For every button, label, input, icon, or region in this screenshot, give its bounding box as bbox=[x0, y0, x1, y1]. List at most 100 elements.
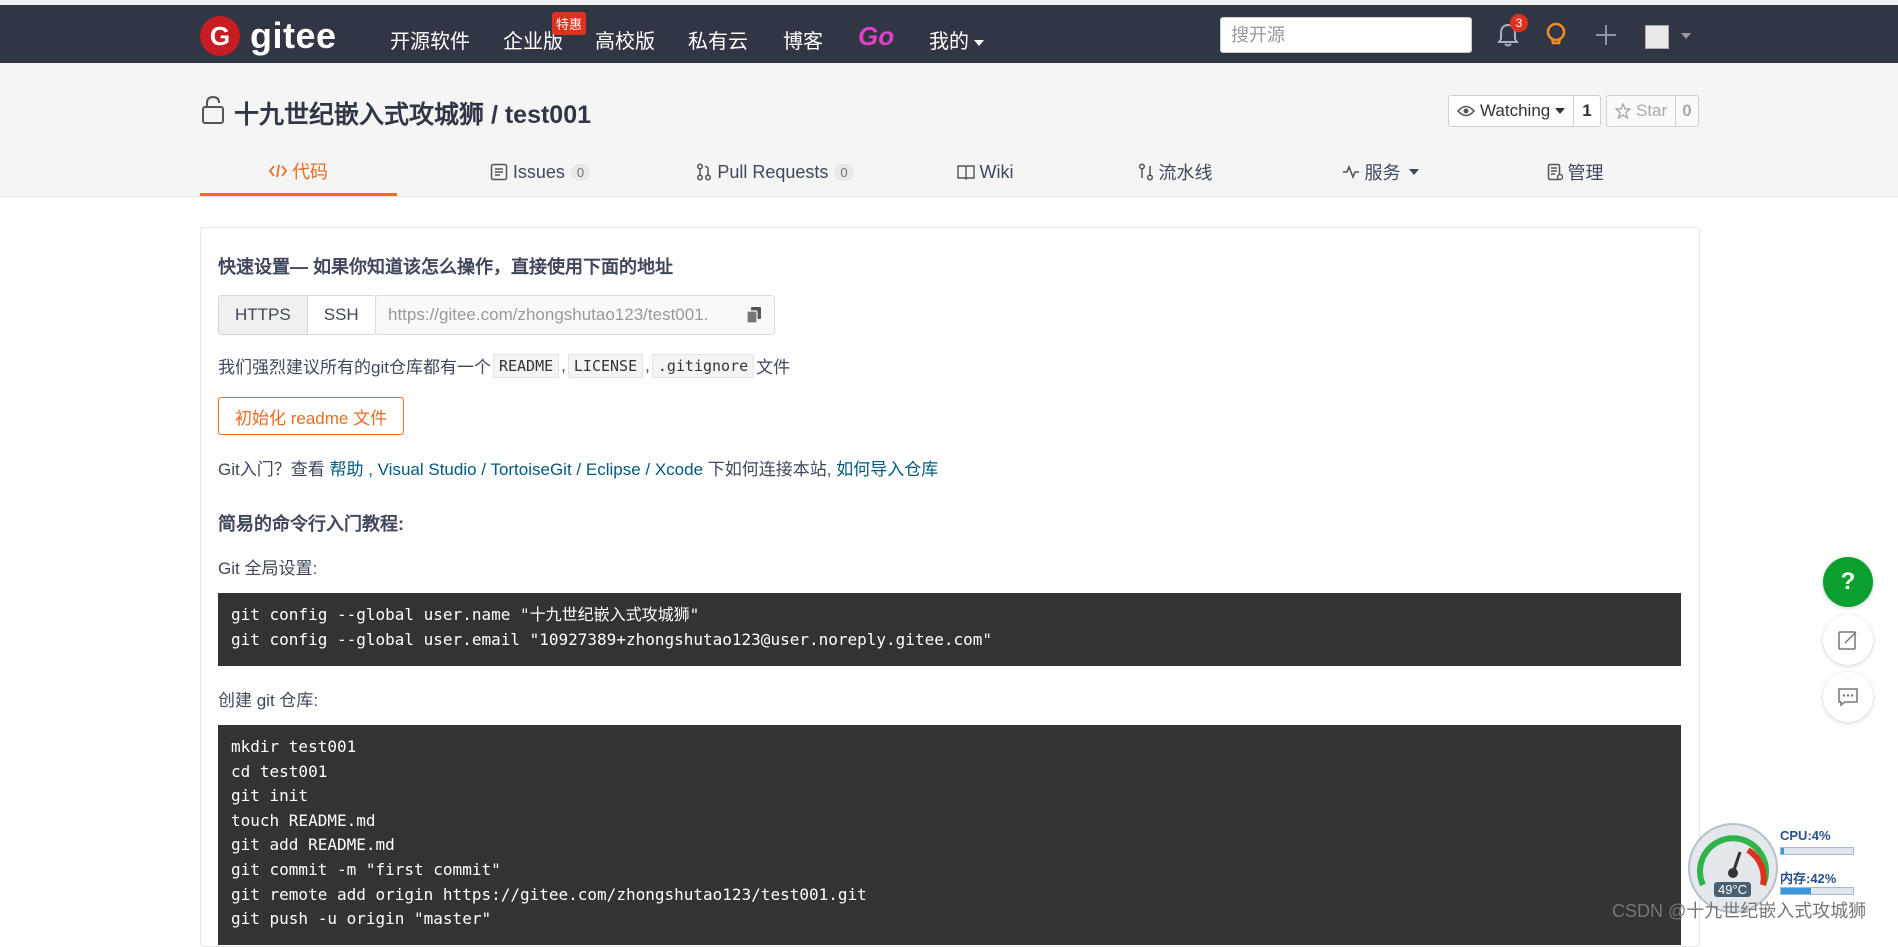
activity-icon bbox=[1342, 165, 1359, 179]
memory-bar-fill bbox=[1781, 888, 1812, 894]
license-code: LICENSE bbox=[567, 353, 644, 378]
create-repo-code-block: mkdir test001 cd test001 git init touch … bbox=[218, 725, 1681, 945]
lock-icon bbox=[200, 95, 226, 130]
csdn-watermark: CSDN @十九世纪嵌入式攻城狮 bbox=[1612, 901, 1867, 921]
clone-url-field[interactable]: https://gitee.com/zhongshutao123/test001… bbox=[375, 295, 775, 335]
eye-icon bbox=[1457, 105, 1475, 117]
tab-services-label: 服务 bbox=[1364, 163, 1401, 183]
git-intro-text: Git入门？查看 帮助 , Visual Studio / TortoiseGi… bbox=[218, 455, 938, 480]
brand-name: gitee bbox=[250, 15, 337, 56]
tab-wiki-label: Wiki bbox=[979, 161, 1014, 182]
plus-icon[interactable] bbox=[1592, 21, 1620, 49]
star-count[interactable]: 0 bbox=[1676, 96, 1697, 126]
memory-bar bbox=[1780, 887, 1854, 895]
protocol-toggle: HTTPS SSH bbox=[218, 295, 376, 335]
clone-url-text: https://gitee.com/zhongshutao123/test001… bbox=[388, 305, 709, 324]
tab-code[interactable]: 代码 bbox=[200, 148, 397, 196]
search-input[interactable] bbox=[1220, 17, 1472, 53]
watch-count[interactable]: 1 bbox=[1574, 96, 1599, 126]
code-icon bbox=[269, 164, 287, 177]
slash-3: / bbox=[640, 460, 655, 479]
message-icon bbox=[1838, 688, 1858, 707]
notification-count-badge: 3 bbox=[1510, 14, 1528, 32]
gitignore-code: .gitignore bbox=[651, 353, 755, 378]
cli-tutorial-heading: 简易的命令行入门教程: bbox=[218, 514, 404, 534]
cpu-bar-fill bbox=[1781, 848, 1784, 854]
temperature-readout: 49°C bbox=[1714, 882, 1752, 897]
cpu-label: CPU:4% bbox=[1780, 828, 1831, 843]
chat-float-button[interactable] bbox=[1823, 672, 1873, 722]
nav-education[interactable]: 高校版 bbox=[595, 25, 655, 54]
pulls-count: 0 bbox=[834, 163, 854, 181]
pull-request-icon bbox=[697, 163, 712, 181]
feedback-float-button[interactable] bbox=[1823, 615, 1873, 665]
lightbulb-icon[interactable] bbox=[1542, 21, 1570, 49]
quick-setup-heading: 快速设置— 如果你知道该怎么操作，直接使用下面的地址 bbox=[218, 257, 673, 277]
gitee-logo[interactable]: G gitee bbox=[200, 15, 337, 57]
intro-prefix: Git入门？查看 bbox=[218, 460, 325, 479]
help-link[interactable]: 帮助 bbox=[329, 460, 363, 479]
nav-go[interactable]: Go bbox=[858, 21, 894, 52]
pipeline-icon bbox=[1138, 163, 1153, 181]
avatar[interactable] bbox=[1645, 25, 1669, 49]
readme-code: README bbox=[492, 353, 560, 378]
repo-tabs: 代码 Issues 0 Pull Requests 0 Wiki 流水线 服务 管理 bbox=[200, 148, 1700, 196]
gitee-logo-icon: G bbox=[200, 16, 240, 56]
nav-mine[interactable]: 我的 bbox=[929, 25, 984, 54]
star-button[interactable]: Star 0 bbox=[1606, 95, 1699, 127]
nav-private-cloud[interactable]: 私有云 bbox=[688, 25, 748, 54]
init-readme-button[interactable]: 初始化 readme 文件 bbox=[218, 397, 405, 435]
tab-wiki[interactable]: Wiki bbox=[920, 148, 1050, 196]
book-icon bbox=[956, 165, 975, 180]
nav-blog[interactable]: 博客 bbox=[783, 25, 823, 54]
star-label: Star bbox=[1636, 101, 1668, 120]
star-icon bbox=[1615, 103, 1631, 119]
chevron-down-icon bbox=[974, 39, 984, 46]
tab-services[interactable]: 服务 bbox=[1320, 148, 1440, 196]
eclipse-link[interactable]: Eclipse bbox=[586, 460, 641, 479]
global-settings-label: Git 全局设置: bbox=[218, 559, 318, 578]
tab-pull-requests[interactable]: Pull Requests 0 bbox=[660, 148, 890, 196]
chevron-down-icon bbox=[1408, 169, 1419, 175]
top-navbar: G gitee 开源软件 企业版 特惠 高校版 私有云 博客 Go 我的 3 bbox=[0, 5, 1898, 63]
import-repo-link[interactable]: 如何导入仓库 bbox=[836, 460, 938, 479]
tab-code-label: 代码 bbox=[292, 161, 328, 182]
help-float-button[interactable]: ? bbox=[1823, 557, 1873, 607]
tab-issues[interactable]: Issues 0 bbox=[450, 148, 630, 196]
tab-pipeline-label: 流水线 bbox=[1158, 163, 1213, 183]
watch-label: Watching bbox=[1480, 101, 1551, 120]
intro-comma: , bbox=[363, 460, 378, 479]
https-toggle[interactable]: HTTPS bbox=[219, 296, 308, 334]
sep-2: , bbox=[645, 355, 650, 375]
sep-1: , bbox=[561, 355, 566, 375]
watch-button[interactable]: Watching 1 bbox=[1448, 95, 1601, 127]
manage-icon bbox=[1547, 163, 1563, 181]
tab-issues-label: Issues bbox=[512, 161, 565, 182]
visual-studio-link[interactable]: Visual Studio bbox=[378, 460, 477, 479]
tab-manage[interactable]: 管理 bbox=[1525, 148, 1625, 196]
tortoisegit-link[interactable]: TortoiseGit bbox=[490, 460, 571, 479]
system-monitor-widget[interactable]: 49°C CPU:4% 内存:42% bbox=[1688, 823, 1862, 913]
global-config-code-block: git config --global user.name "十九世纪嵌入式攻城… bbox=[218, 593, 1681, 666]
ssh-toggle[interactable]: SSH bbox=[308, 296, 375, 334]
chevron-down-icon bbox=[1555, 108, 1566, 114]
copy-icon[interactable] bbox=[746, 306, 762, 324]
watch-label-wrap: Watching bbox=[1449, 96, 1575, 126]
edit-icon bbox=[1838, 631, 1857, 650]
recommend-prefix: 我们强烈建议所有的git仓库都有一个 bbox=[218, 358, 491, 377]
xcode-link[interactable]: Xcode bbox=[655, 460, 703, 479]
issues-count: 0 bbox=[570, 163, 591, 181]
nav-mine-label: 我的 bbox=[929, 31, 969, 53]
tab-pulls-label: Pull Requests bbox=[717, 161, 829, 182]
create-repo-label: 创建 git 仓库: bbox=[218, 691, 319, 710]
slash-2: / bbox=[571, 460, 586, 479]
tab-pipeline[interactable]: 流水线 bbox=[1120, 148, 1230, 196]
star-label-wrap: Star bbox=[1607, 96, 1677, 126]
nav-open-source[interactable]: 开源软件 bbox=[390, 25, 470, 54]
tab-manage-label: 管理 bbox=[1567, 163, 1604, 183]
avatar-chevron-down-icon[interactable] bbox=[1681, 33, 1691, 39]
repo-title[interactable]: 十九世纪嵌入式攻城狮 / test001 bbox=[234, 95, 591, 131]
special-offer-badge: 特惠 bbox=[552, 12, 587, 35]
slash-1: / bbox=[476, 460, 491, 479]
recommend-suffix: 文件 bbox=[756, 358, 791, 377]
